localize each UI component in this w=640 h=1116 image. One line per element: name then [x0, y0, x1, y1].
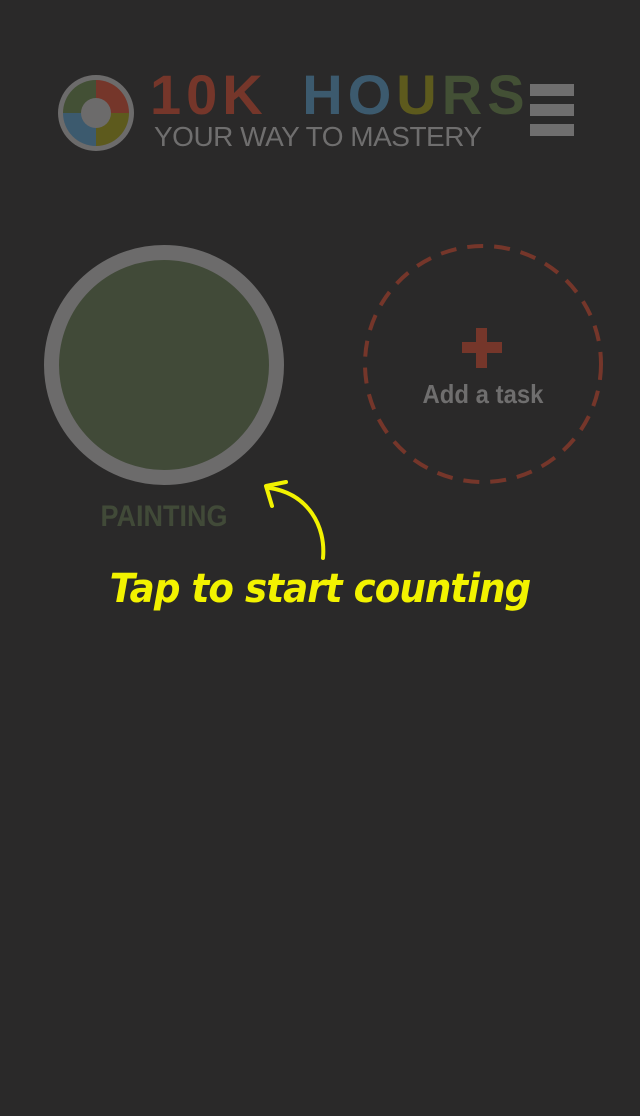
title-part: U: [396, 63, 442, 126]
plus-icon: [462, 328, 502, 368]
task-bubble-painting[interactable]: [44, 245, 284, 485]
app-subtitle: YOUR WAY TO MASTERY: [154, 121, 482, 152]
color-wheel-logo-icon: [58, 75, 134, 151]
add-task-label: Add a task: [422, 379, 544, 409]
app-title: 10K HOURS: [150, 64, 530, 126]
curved-arrow-icon: [264, 480, 326, 560]
title-part: 10K: [150, 63, 268, 126]
task-label: PAINTING: [100, 500, 228, 533]
app-screen: 10K HOURS YOUR WAY TO MASTERY PAINTING A…: [0, 0, 640, 1116]
title-part: HO: [302, 63, 397, 126]
hint-text: Tap to start counting: [109, 566, 532, 612]
title-part: RS: [441, 63, 530, 126]
menu-button[interactable]: [528, 84, 576, 140]
add-task-button[interactable]: Add a task: [362, 243, 604, 485]
